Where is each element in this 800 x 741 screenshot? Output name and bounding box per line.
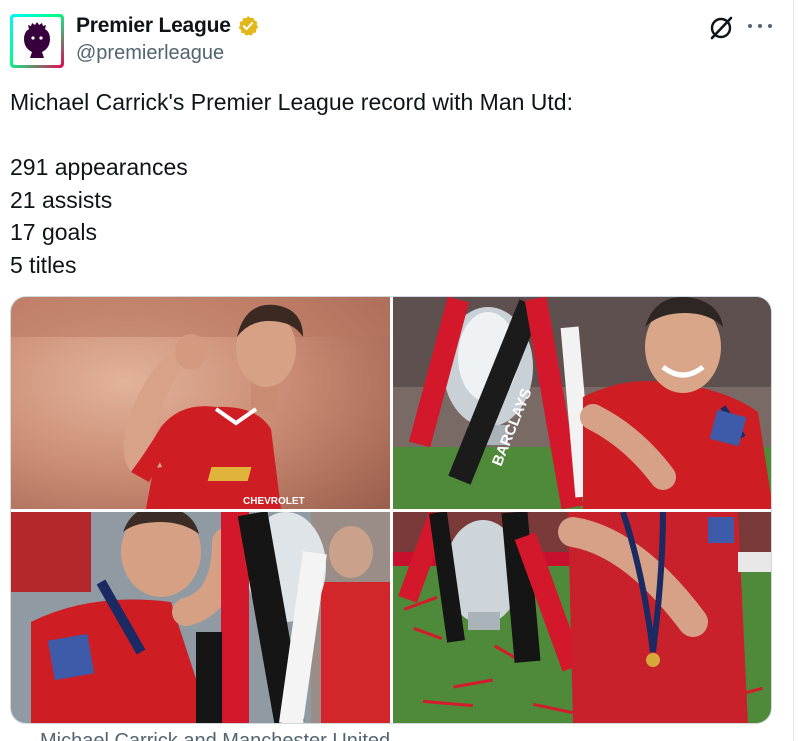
more-options-icon[interactable] bbox=[748, 16, 772, 36]
media-photo-1[interactable]: CHEVROLET bbox=[11, 297, 390, 509]
media-caption: Michael Carrick and Manchester United bbox=[40, 730, 391, 741]
timeline-border bbox=[793, 0, 794, 741]
media-photo-3[interactable] bbox=[11, 512, 390, 723]
author-display-name[interactable]: Premier League bbox=[76, 14, 231, 38]
author-name-row: Premier League bbox=[76, 14, 259, 38]
media-grid: CHEVROLET BARCLAYS bbox=[10, 296, 772, 724]
premier-league-logo-icon bbox=[10, 14, 64, 68]
tweet-text-line: 5 titles bbox=[10, 251, 77, 278]
grok-icon[interactable] bbox=[707, 14, 735, 42]
avatar[interactable] bbox=[10, 14, 64, 68]
tweet-text-line bbox=[10, 119, 573, 152]
media-photo-4[interactable] bbox=[393, 512, 771, 723]
shirt-sponsor-text: CHEVROLET bbox=[243, 496, 305, 507]
gold-verified-icon[interactable] bbox=[237, 15, 259, 37]
tweet-text-line: 17 goals bbox=[10, 219, 97, 245]
tweet-text-line: Michael Carrick's Premier League record … bbox=[10, 89, 573, 115]
author-handle[interactable]: @premierleague bbox=[76, 42, 224, 65]
tweet-text-line: 21 assists bbox=[10, 186, 113, 213]
tweet-text-line: 291 appearances bbox=[10, 154, 188, 180]
tweet-text: Michael Carrick's Premier League record … bbox=[10, 86, 573, 281]
media-photo-2[interactable]: BARCLAYS bbox=[393, 297, 771, 509]
